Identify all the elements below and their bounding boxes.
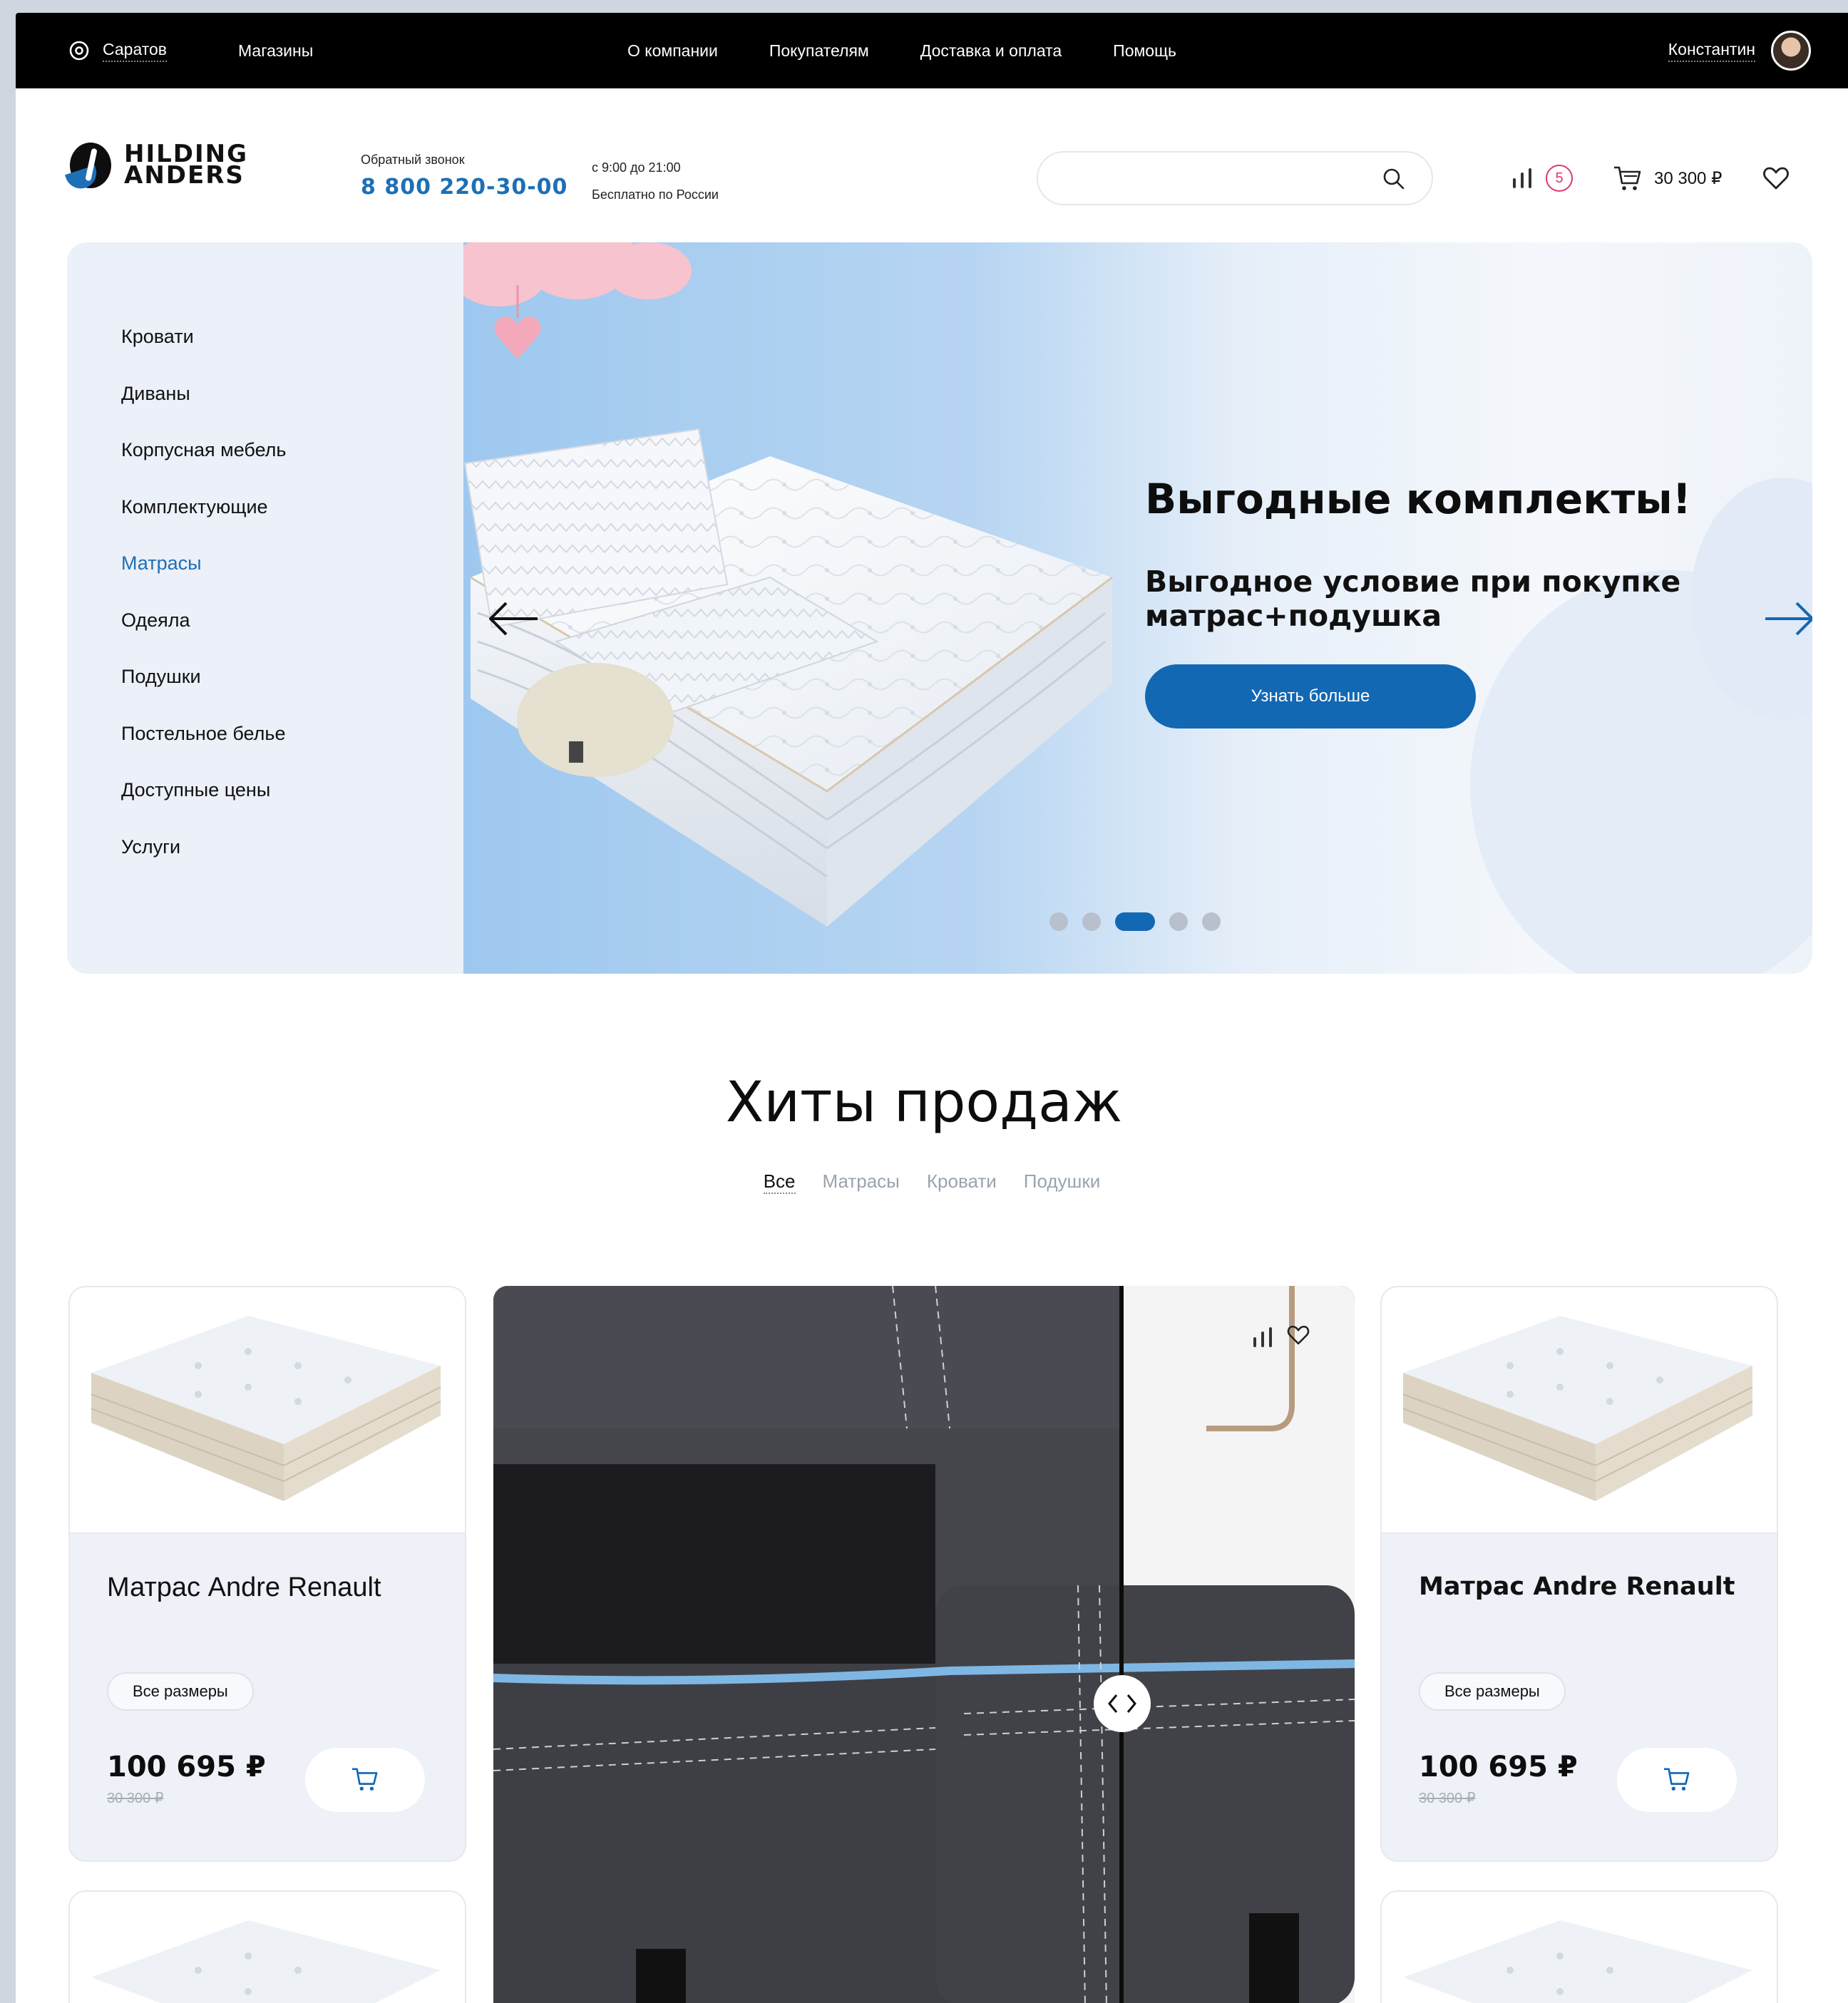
working-hours: с 9:00 до 21:00 Бесплатно по России (592, 154, 719, 208)
stores-link[interactable]: Магазины (238, 13, 313, 88)
logo[interactable]: HILDING ANDERS (65, 138, 249, 193)
hours-note: Бесплатно по России (592, 187, 719, 202)
mattress-thumb (1403, 1920, 1752, 2003)
callback-link[interactable]: Обратный звонок (361, 153, 568, 168)
product-price: 100 695 ₽ (1419, 1751, 1578, 1783)
mattress-thumb (91, 1316, 441, 1501)
filter-tab[interactable]: Подушки (1024, 1170, 1101, 1194)
cart-icon (1614, 166, 1641, 190)
top-nav: О компании Покупателям Доставка и оплата… (627, 13, 1176, 88)
product-old-price: 30 300 ₽ (107, 1791, 164, 1806)
sofa-detail-photo (493, 1286, 1355, 2003)
nav-customers[interactable]: Покупателям (769, 41, 869, 61)
slider-dot[interactable] (1082, 912, 1101, 931)
filter-tab[interactable]: Все (763, 1170, 796, 1194)
filter-tab[interactable]: Кровати (927, 1170, 997, 1194)
city-selector[interactable]: Саратов (68, 13, 168, 88)
phone-number[interactable]: 8 800 220-30-00 (361, 175, 568, 200)
search-box (1037, 151, 1433, 205)
compare-count-badge: 5 (1546, 165, 1573, 192)
chevrons-left-right-icon (1108, 1694, 1136, 1713)
logo-text: HILDING ANDERS (124, 140, 249, 190)
user-menu[interactable]: Константин (1668, 13, 1811, 88)
product-price: 100 695 ₽ (107, 1751, 266, 1783)
compare-slider-handle[interactable] (1094, 1675, 1151, 1732)
avatar[interactable] (1771, 31, 1811, 71)
category-item[interactable]: Диваны (121, 381, 406, 438)
heart-icon[interactable] (1286, 1323, 1310, 1347)
hero-subtitle: Выгодное условие при покупке матрас+поду… (1145, 565, 1681, 633)
category-item[interactable]: Подушки (121, 664, 406, 721)
compare-divider (1119, 1286, 1124, 2003)
product-card[interactable]: Матрас Andre Renault Все размеры 100 695… (1380, 1286, 1778, 1862)
location-pin-icon (69, 41, 89, 61)
hero-section: Кровати Диваны Корпусная мебель Комплектующ… (67, 242, 1812, 974)
category-item[interactable]: Доступные цены (121, 777, 406, 834)
product-card[interactable] (68, 1890, 466, 2003)
slider-dot[interactable] (1202, 912, 1221, 931)
category-item[interactable]: Одеяла (121, 607, 406, 664)
sizes-chip[interactable]: Все размеры (1419, 1672, 1566, 1711)
arrow-left-icon[interactable] (485, 597, 542, 640)
page-frame: Саратов Магазины О компании Покупателям … (16, 13, 1848, 2003)
learn-more-button[interactable]: Узнать больше (1145, 664, 1476, 728)
sizes-chip[interactable]: Все размеры (107, 1672, 254, 1711)
hero-title: Выгодные комплекты! (1145, 475, 1692, 523)
search-input[interactable] (1059, 153, 1373, 204)
mattress-image (463, 428, 1113, 927)
section-title: Хиты продаж (725, 1071, 1123, 1135)
top-bar: Саратов Магазины О компании Покупателям … (16, 13, 1848, 88)
mattress-thumb (91, 1920, 441, 2003)
nav-delivery[interactable]: Доставка и оплата (920, 41, 1062, 61)
category-item[interactable]: Постельное белье (121, 721, 406, 778)
category-item[interactable]: Услуги (121, 834, 406, 891)
product-name[interactable]: Матрас Andre Renault (1419, 1572, 1735, 1601)
logo-mark-icon (65, 138, 114, 193)
heart-icon[interactable] (1762, 164, 1790, 192)
feature-image (493, 1286, 1355, 2003)
filter-tab[interactable]: Матрасы (823, 1170, 900, 1194)
compare-bars-icon[interactable] (1513, 168, 1531, 188)
add-to-cart-button[interactable] (1617, 1748, 1737, 1812)
slider-dot[interactable] (1115, 912, 1155, 931)
cart-button[interactable]: 30 300 ₽ (1613, 165, 1722, 192)
add-to-cart-button[interactable] (305, 1748, 425, 1812)
city-name[interactable]: Саратов (103, 40, 168, 62)
category-item[interactable]: Корпусная мебель (121, 437, 406, 494)
slider-dots (1049, 912, 1221, 931)
nav-about[interactable]: О компании (627, 41, 718, 61)
callback-block: Обратный звонок 8 800 220-30-00 (361, 153, 568, 200)
product-card[interactable]: Матрас Andre Renault Все размеры 100 695… (68, 1286, 466, 1862)
arrow-right-icon[interactable] (1761, 597, 1812, 640)
cart-icon (1664, 1767, 1690, 1791)
header-actions: 5 30 300 ₽ (1513, 155, 1790, 201)
search-icon[interactable] (1382, 167, 1406, 191)
cart-icon (352, 1767, 378, 1791)
slider-dot[interactable] (1049, 912, 1068, 931)
user-name[interactable]: Константин (1668, 40, 1755, 62)
category-item[interactable]: Комплектующие (121, 494, 406, 551)
nav-help[interactable]: Помощь (1113, 41, 1176, 61)
compare-bars-icon[interactable] (1253, 1327, 1272, 1347)
product-name[interactable]: Матрас Andre Renault (107, 1572, 381, 1603)
feature-actions (1253, 1323, 1310, 1347)
category-menu: Кровати Диваны Корпусная мебель Комплектующ… (67, 242, 463, 974)
mattress-thumb (1402, 1316, 1753, 1501)
product-image[interactable] (70, 1287, 465, 1534)
slider-dot[interactable] (1169, 912, 1188, 931)
promo-banner: Выгодные комплекты! Выгодное условие при… (463, 242, 1812, 974)
cart-total: 30 300 ₽ (1654, 168, 1723, 188)
product-card[interactable] (1380, 1890, 1778, 2003)
hours-time: с 9:00 до 21:00 (592, 160, 681, 175)
hits-filter-tabs: Все Матрасы Кровати Подушки (16, 1170, 1848, 1194)
product-old-price: 30 300 ₽ (1419, 1791, 1476, 1806)
category-item[interactable]: Кровати (121, 324, 406, 381)
category-list: Кровати Диваны Корпусная мебель Комплектующ… (121, 324, 406, 890)
category-item[interactable]: Матрасы (121, 550, 406, 607)
product-image[interactable] (1382, 1287, 1777, 1534)
